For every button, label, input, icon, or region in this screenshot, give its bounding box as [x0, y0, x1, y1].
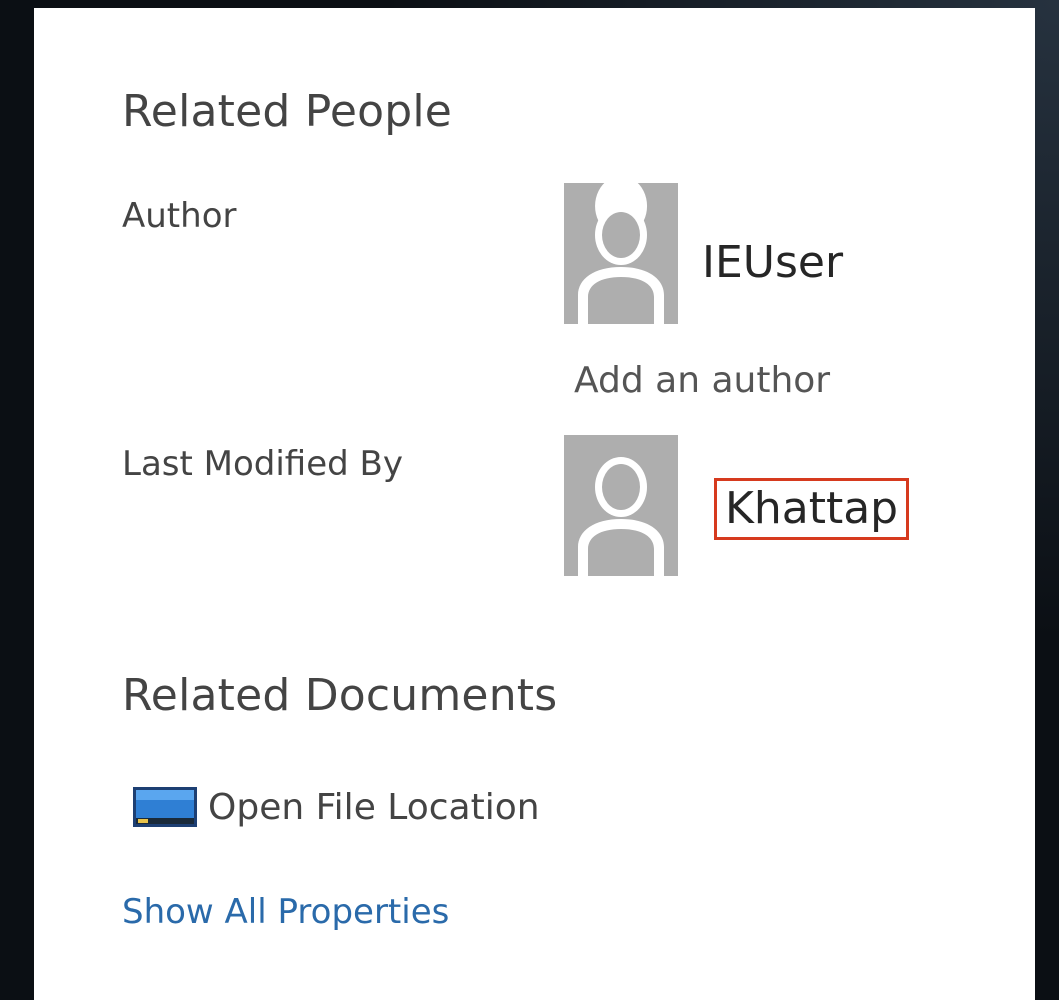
author-label: Author	[122, 196, 237, 236]
related-documents-heading: Related Documents	[122, 670, 558, 721]
last-modified-by-label: Last Modified By	[122, 444, 403, 484]
screenshot-frame: Related People Author IEUser Add an auth…	[0, 0, 1059, 1000]
properties-panel: Related People Author IEUser Add an auth…	[34, 8, 1035, 1000]
last-modified-avatar[interactable]	[564, 435, 678, 576]
last-modified-name[interactable]: Khattap	[713, 478, 910, 540]
folder-location-icon	[133, 787, 197, 827]
open-file-location-link[interactable]: Open File Location	[132, 786, 540, 828]
related-people-heading: Related People	[122, 86, 453, 137]
person-silhouette-icon	[564, 435, 678, 576]
open-file-location-label: Open File Location	[208, 786, 540, 828]
author-avatar[interactable]	[564, 183, 678, 324]
author-name[interactable]: IEUser	[702, 241, 843, 285]
person-silhouette-icon	[564, 183, 678, 324]
show-all-properties-link[interactable]: Show All Properties	[122, 892, 449, 932]
add-author-link[interactable]: Add an author	[574, 360, 830, 401]
